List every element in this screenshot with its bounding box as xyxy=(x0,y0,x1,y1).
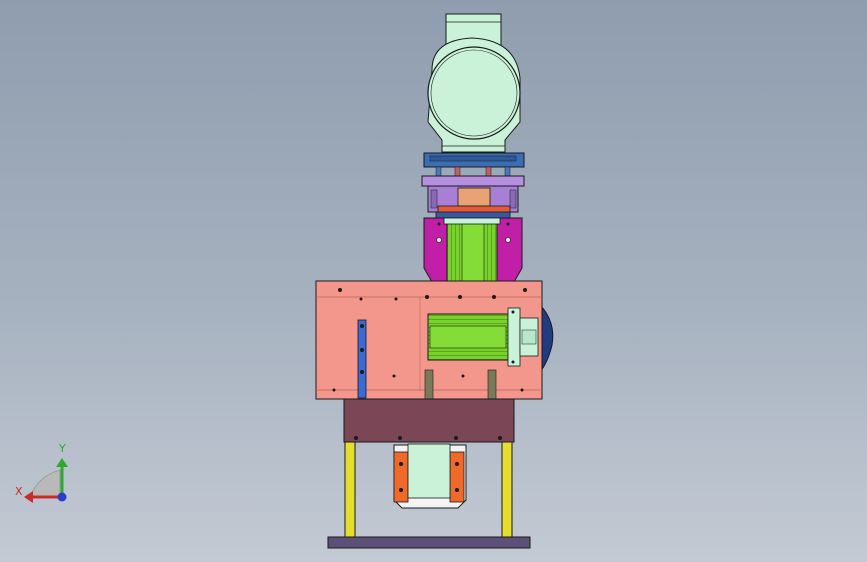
blue-mounting-plate xyxy=(423,152,525,177)
triad-plane-icon xyxy=(29,469,61,498)
support-post-left xyxy=(424,369,434,401)
triad-x-label: X xyxy=(15,485,23,498)
base-plate xyxy=(327,536,531,549)
purple-coupling-plate xyxy=(421,175,525,219)
z-axis-point-icon xyxy=(57,492,67,502)
cad-assembly-drawing xyxy=(24,13,554,549)
y-axis-arrowhead-icon xyxy=(56,458,68,467)
support-post-right xyxy=(487,369,497,401)
motor-housing xyxy=(427,13,521,153)
x-axis-arrowhead-icon xyxy=(24,491,33,503)
blue-slide-rail xyxy=(357,319,367,399)
yellow-leg-left xyxy=(344,441,356,539)
orange-bracket-assembly xyxy=(393,443,467,509)
maroon-lower-block xyxy=(343,398,515,443)
triad-y-label: Y xyxy=(59,442,66,455)
cad-graphics-viewport[interactable]: Y X xyxy=(0,0,867,562)
coordinate-triad[interactable] xyxy=(24,458,68,503)
yellow-leg-right xyxy=(501,441,513,539)
